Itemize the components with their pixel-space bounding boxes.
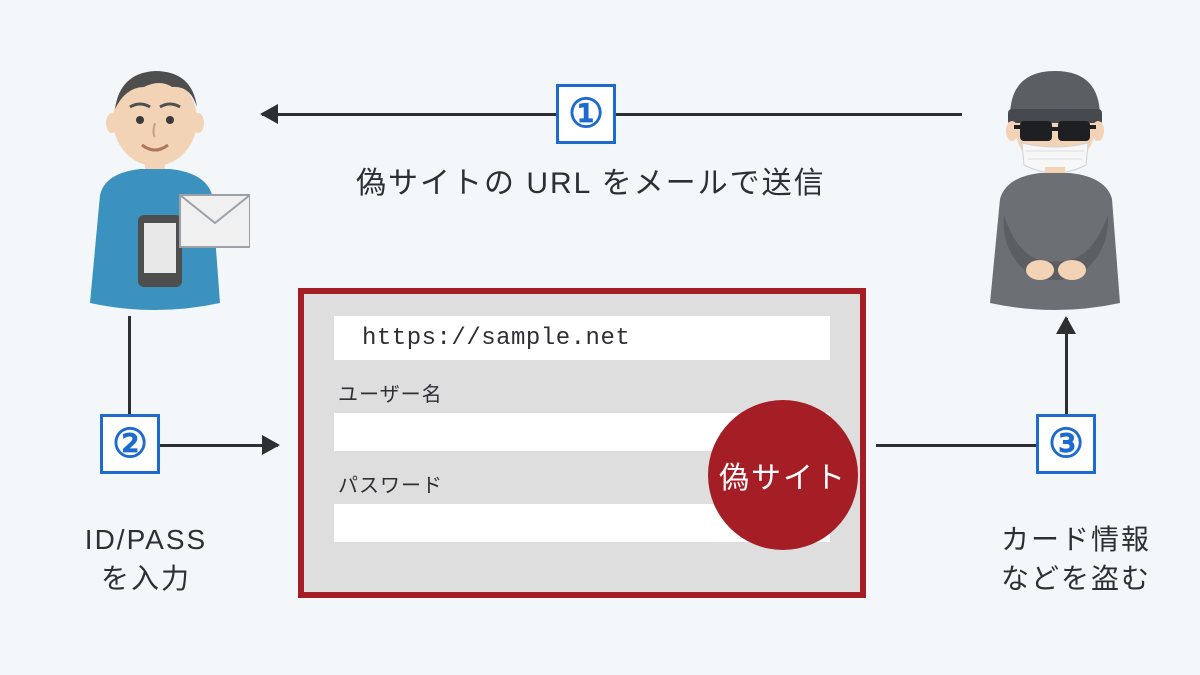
fake-site-url-bar: https://sample.net xyxy=(334,316,830,360)
step3-label-line2: などを盗む xyxy=(1001,563,1151,594)
step2-label: ID/PASS を入力 xyxy=(56,520,236,598)
step2-label-line2: を入力 xyxy=(101,563,191,594)
attacker-figure xyxy=(960,65,1150,315)
fake-site-badge: 偽サイト xyxy=(708,400,858,550)
step3-label-line1: カード情報 xyxy=(1001,524,1151,555)
step1-label: 偽サイトの URL をメールで送信 xyxy=(356,158,826,202)
step3-number: ③ xyxy=(1048,421,1084,467)
fake-site-url: https://sample.net xyxy=(362,325,630,352)
step1-badge: ① xyxy=(556,84,616,144)
step2-label-line1: ID/PASS xyxy=(85,524,207,555)
step1-number: ① xyxy=(568,91,604,137)
username-label: ユーザー名 xyxy=(338,378,830,407)
step3-badge: ③ xyxy=(1036,414,1096,474)
step3-label: カード情報 などを盗む xyxy=(976,520,1176,598)
step2-number: ② xyxy=(112,421,148,467)
step2-badge: ② xyxy=(100,414,160,474)
fake-site-badge-label: 偽サイト xyxy=(719,453,847,497)
victim-figure xyxy=(60,65,250,315)
